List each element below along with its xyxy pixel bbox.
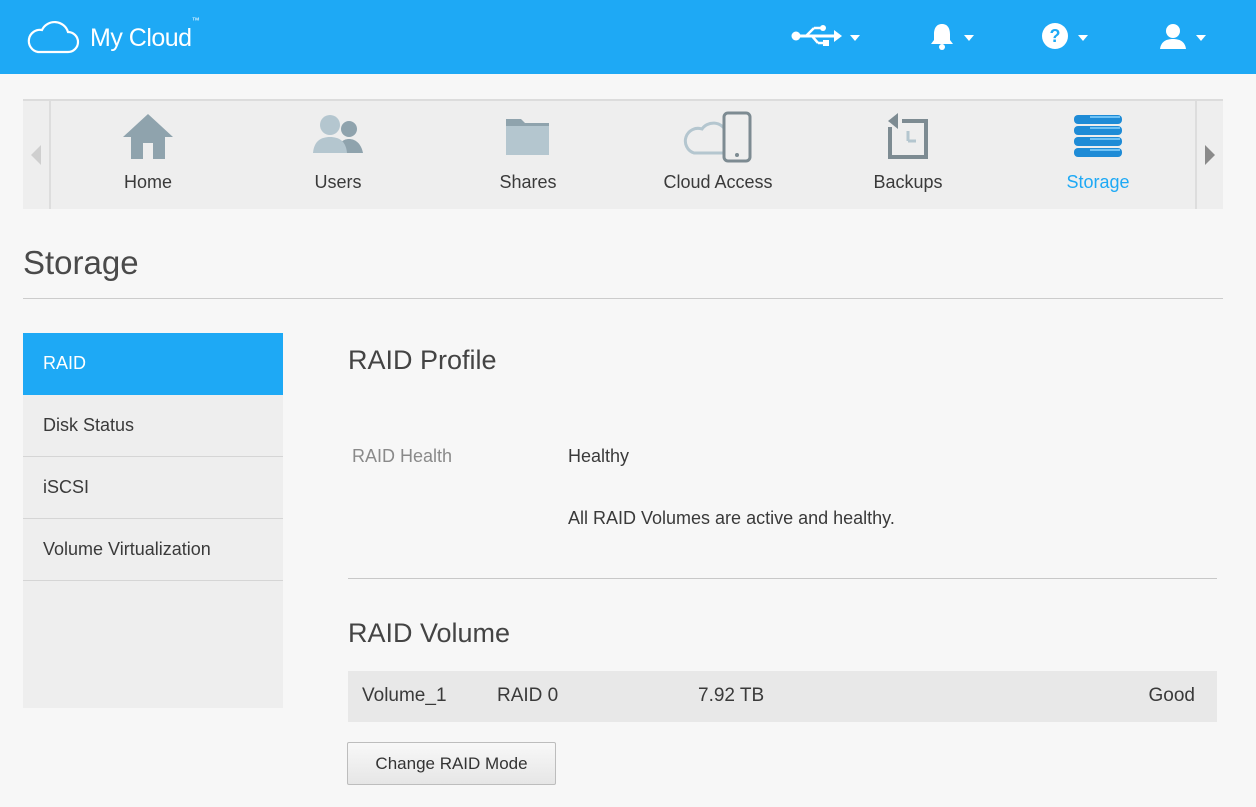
raid-health-label: RAID Health [352, 446, 453, 466]
nav-label: Home [123, 172, 172, 192]
nav-label: Cloud Access [663, 172, 773, 192]
nav-scroll-left-button[interactable] [23, 101, 51, 209]
chevron-down-icon [964, 35, 974, 41]
nav-item-backups[interactable]: Backups [823, 101, 993, 209]
storage-icon [1072, 111, 1124, 166]
notifications-menu-button[interactable] [928, 20, 974, 56]
table-row[interactable]: Volume_1 RAID 0 7.92 TB Good [348, 671, 1217, 722]
side-item-iscsi[interactable]: iSCSI [23, 457, 283, 519]
user-icon [1158, 21, 1188, 56]
nav-scroll-right-button[interactable] [1195, 101, 1223, 209]
change-raid-mode-button[interactable]: Change RAID Mode [347, 742, 556, 785]
help-menu-button[interactable]: ? [1040, 20, 1088, 56]
side-item-raid[interactable]: RAID [23, 333, 283, 395]
usb-menu-button[interactable] [790, 20, 860, 56]
side-item-disk-status[interactable]: Disk Status [23, 395, 283, 457]
help-icon: ? [1040, 21, 1070, 56]
nav-item-cloud-access[interactable]: Cloud Access [633, 101, 803, 209]
side-menu: RAID Disk Status iSCSI Volume Virtualiza… [23, 333, 283, 708]
volume-name: Volume_1 [362, 685, 447, 706]
chevron-down-icon [1196, 35, 1206, 41]
top-bar: My Cloud™ ? [0, 0, 1256, 74]
volume-raid-mode: RAID 0 [497, 685, 559, 706]
side-item-volume-virtualization[interactable]: Volume Virtualization [23, 519, 283, 581]
chevron-right-icon [1205, 145, 1215, 165]
raid-profile-heading: RAID Profile [348, 345, 497, 375]
svg-text:?: ? [1050, 26, 1061, 46]
nav-item-users[interactable]: Users [253, 101, 423, 209]
volume-size: 7.92 TB [698, 685, 765, 706]
usb-icon [790, 24, 842, 53]
nav-label: Storage [1066, 172, 1130, 192]
volume-status: Good [1148, 685, 1195, 706]
nav-label: Shares [499, 172, 557, 192]
raid-volume-heading: RAID Volume [348, 618, 511, 648]
page-title: Storage [23, 244, 139, 281]
home-icon [121, 111, 175, 166]
nav-item-storage[interactable]: Storage [1013, 101, 1183, 209]
user-menu-button[interactable] [1158, 20, 1206, 56]
raid-health-value: Healthy [568, 446, 630, 466]
cloud-icon [24, 20, 80, 56]
folder-icon [503, 111, 553, 164]
divider [348, 578, 1217, 579]
logo-text: My Cloud™ [90, 15, 200, 52]
backup-icon [884, 111, 932, 166]
users-icon [309, 111, 367, 164]
nav-label: Backups [873, 172, 943, 192]
cloud-device-icon [682, 111, 754, 168]
logo[interactable]: My Cloud™ [24, 15, 200, 56]
nav-label: Users [314, 172, 362, 192]
chevron-down-icon [850, 35, 860, 41]
nav-item-shares[interactable]: Shares [443, 101, 613, 209]
raid-health-message: All RAID Volumes are active and healthy. [568, 508, 895, 528]
bell-icon [928, 21, 956, 56]
chevron-left-icon [31, 145, 41, 165]
main-nav: Home Users Shares Cloud Access Backups S… [23, 99, 1223, 209]
nav-item-home[interactable]: Home [63, 101, 233, 209]
chevron-down-icon [1078, 35, 1088, 41]
divider [23, 298, 1223, 299]
